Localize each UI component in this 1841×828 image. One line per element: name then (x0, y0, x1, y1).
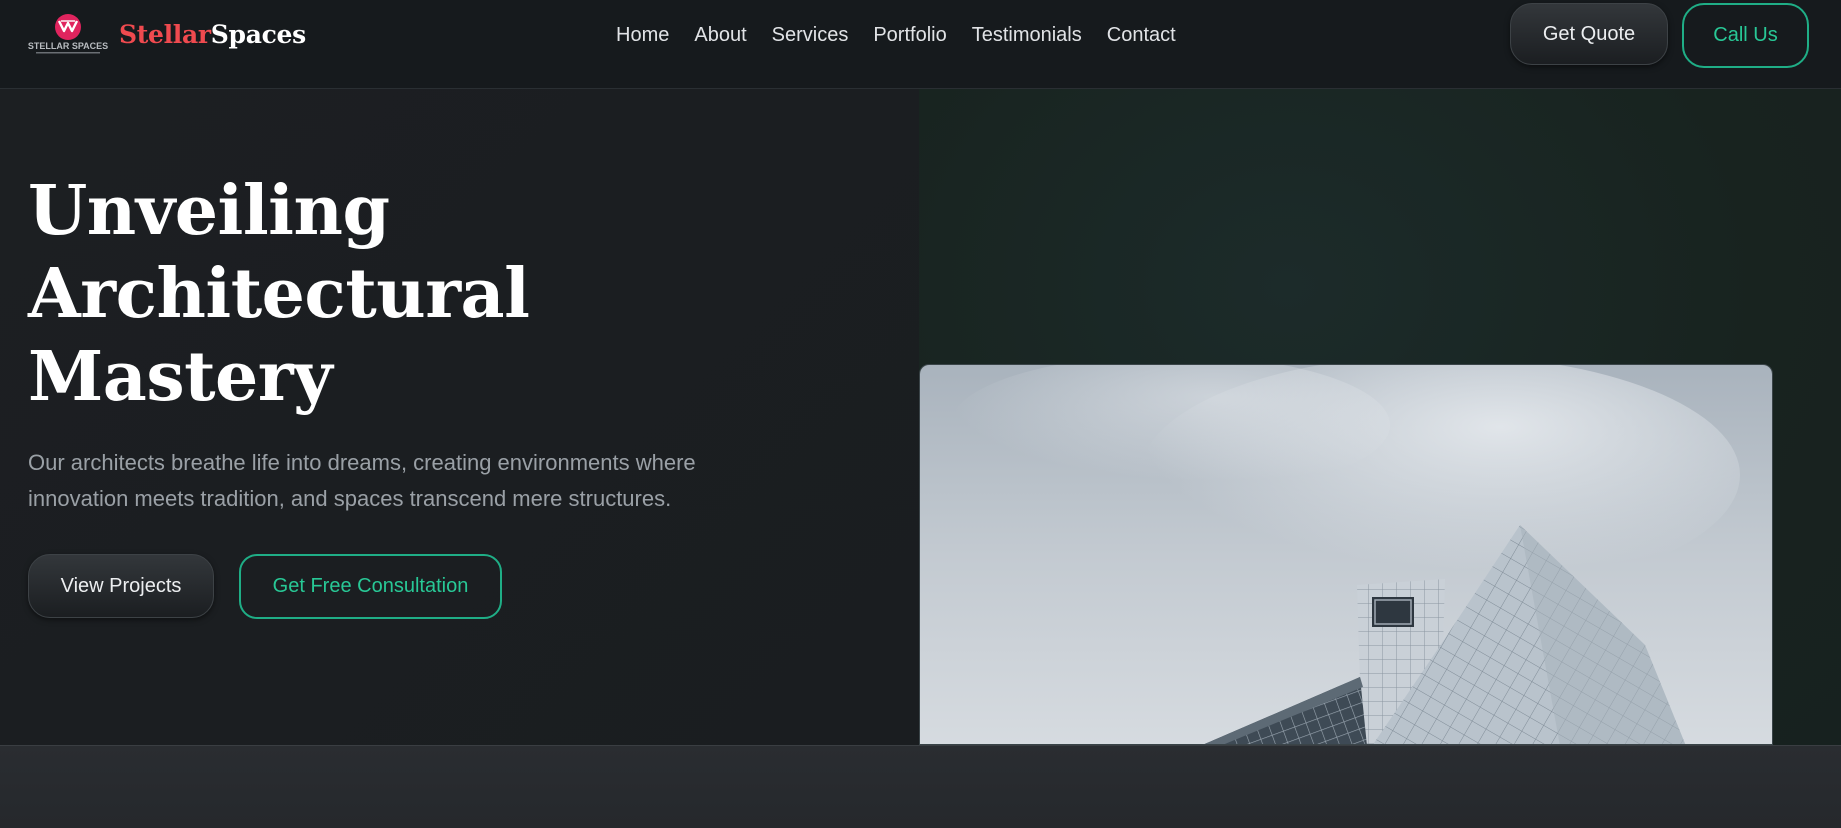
get-quote-button[interactable]: Get Quote (1510, 3, 1668, 65)
headline-line-2: Architectural (28, 254, 530, 334)
view-projects-button[interactable]: View Projects (28, 554, 214, 618)
nav-about[interactable]: About (694, 24, 746, 47)
stellar-spaces-logo[interactable]: STELLAR SPACES (28, 12, 108, 56)
main-nav: Home About Services Portfolio Testimonia… (616, 24, 1176, 47)
free-consultation-button[interactable]: Get Free Consultation (239, 554, 502, 619)
headline-line-1: Unveiling (28, 171, 390, 251)
nav-services[interactable]: Services (772, 24, 849, 47)
nav-portfolio[interactable]: Portfolio (873, 24, 946, 47)
logo-wordmark: STELLAR SPACES (28, 41, 108, 51)
site-header: STELLAR SPACES StellarSpaces Home About … (0, 0, 1841, 89)
nav-contact[interactable]: Contact (1107, 24, 1176, 47)
hero-building-image (919, 364, 1773, 745)
headline-line-3: Mastery (28, 337, 333, 417)
brand-stellar: Stellar (119, 20, 211, 49)
hero-headline: Unveiling Architectural Mastery (28, 170, 728, 419)
brand-name[interactable]: StellarSpaces (119, 20, 306, 49)
nav-testimonials[interactable]: Testimonials (972, 24, 1082, 47)
next-section-strip (0, 745, 1841, 828)
nav-home[interactable]: Home (616, 24, 669, 47)
brand-spaces: Spaces (210, 20, 306, 49)
modern-building-photo (920, 365, 1772, 744)
call-us-button[interactable]: Call Us (1682, 3, 1809, 68)
hero-subtext: Our architects breathe life into dreams,… (28, 450, 696, 511)
